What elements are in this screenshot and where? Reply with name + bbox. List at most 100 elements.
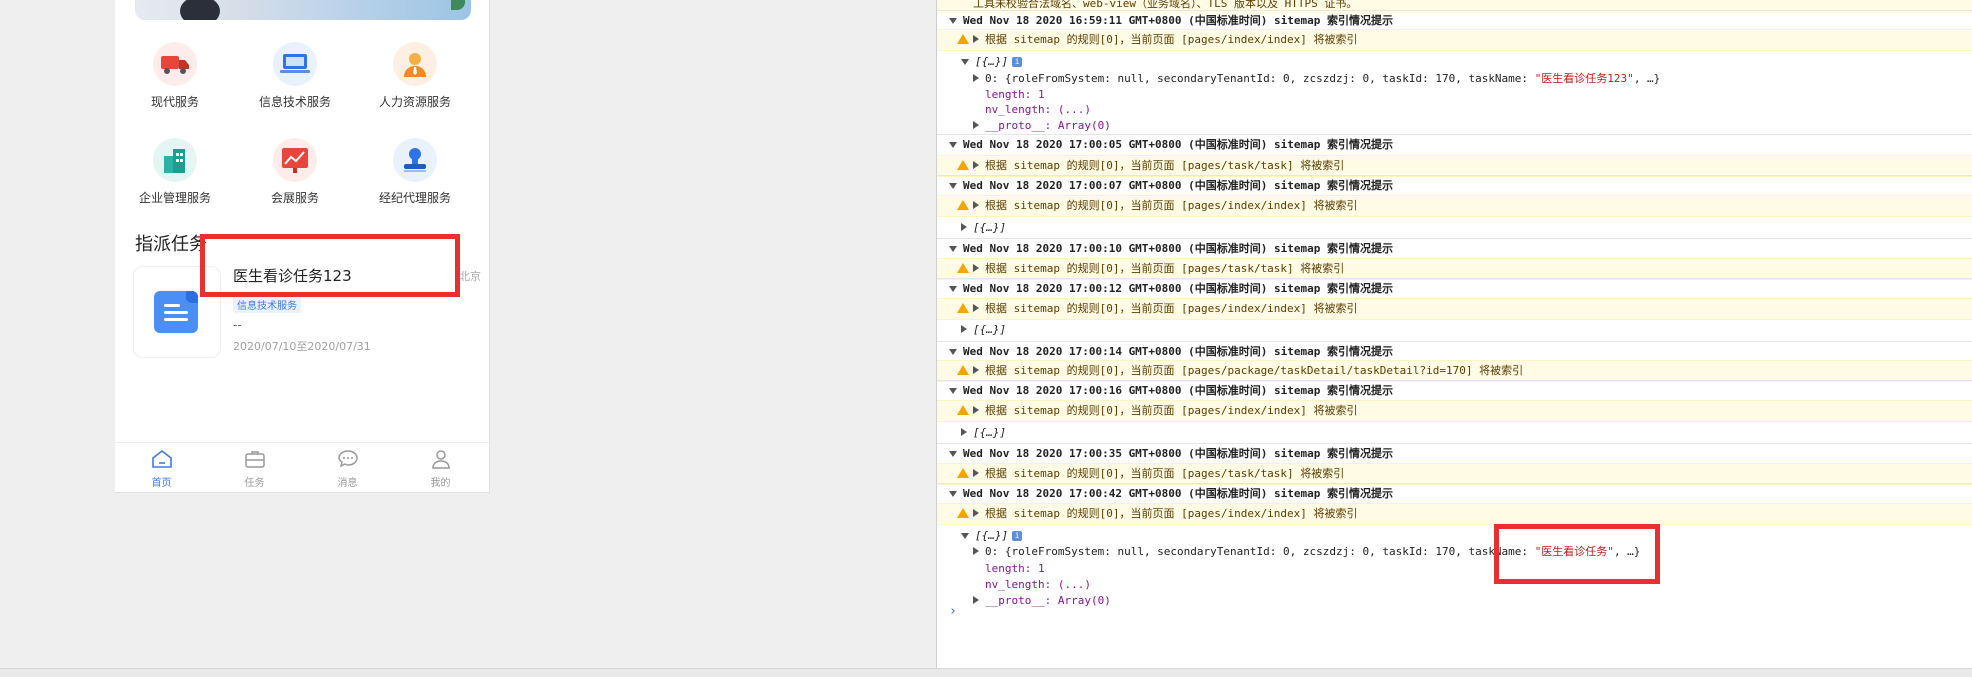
console-row-text: [{…}] [973,221,1007,234]
service-label: 现代服务 [150,95,199,109]
tab-label: 首页 [151,478,172,489]
console-group-row[interactable]: Wed Nov 18 2020 17:00:16 GMT+0800 (中国标准时… [937,380,1972,401]
caret-right-icon[interactable] [973,469,979,477]
console-row-text: [{…}] [975,55,1009,68]
console-row-text: 根据 sitemap 的规则[0]，当前页面 [pages/index/inde… [985,302,1358,315]
console-row-text: 根据 sitemap 的规则[0]，当前页面 [pages/index/inde… [985,199,1358,212]
console-row-text: Wed Nov 18 2020 16:59:11 GMT+0800 (中国标准时… [963,14,1394,27]
console-row-text: Wed Nov 18 2020 17:00:14 GMT+0800 (中国标准时… [963,345,1394,358]
console-obj-closed-row[interactable]: [{…}] [937,423,1972,443]
caret-down-icon[interactable] [949,246,957,252]
caret-right-icon[interactable] [961,428,967,436]
console-warn-row: 根据 sitemap 的规则[0]，当前页面 [pages/task/task]… [937,463,1972,485]
caret-right-icon[interactable] [973,161,979,169]
warning-icon [957,405,969,415]
caret-down-icon[interactable] [949,388,957,394]
caret-down-icon[interactable] [961,59,969,65]
warning-icon [957,200,969,210]
caret-right-icon[interactable] [961,325,967,333]
service-label: 人力资源服务 [378,95,451,109]
task-description: -- [233,318,242,332]
console-prompt[interactable]: › [949,604,957,619]
caret-right-icon[interactable] [973,201,979,209]
console-row-text: __proto__: Array(0) [985,594,1111,607]
console-group-row[interactable]: Wed Nov 18 2020 17:00:12 GMT+0800 (中国标准时… [937,278,1972,299]
caret-right-icon[interactable] [973,35,979,43]
caret-right-icon[interactable] [973,74,979,82]
caret-right-icon[interactable] [973,596,979,604]
caret-right-icon[interactable] [973,406,979,414]
console-row-text: [{…}] [973,323,1007,336]
service-item-enterprise[interactable]: 企业管理服务 [115,138,235,206]
chart-icon [273,138,317,182]
caret-down-icon[interactable] [949,142,957,148]
tab-tasks[interactable]: 任务 [208,449,301,489]
service-item-hr[interactable]: 人力资源服务 [355,42,475,110]
console-row-text: Wed Nov 18 2020 17:00:35 GMT+0800 (中国标准时… [963,447,1394,460]
caret-right-icon[interactable] [961,223,967,231]
caret-down-icon[interactable] [949,286,957,292]
service-label: 信息技术服务 [258,95,331,109]
console-obj-closed-row[interactable]: [{…}] [937,320,1972,340]
console-group-row[interactable]: Wed Nov 18 2020 17:00:05 GMT+0800 (中国标准时… [937,134,1972,155]
warning-icon [957,508,969,518]
service-item-agency[interactable]: 经纪代理服务 [355,138,475,206]
console-row-text: 根据 sitemap 的规则[0]，当前页面 [pages/index/inde… [985,404,1358,417]
console-obj-proto-row[interactable]: __proto__: Array(0) [937,591,1972,611]
tab-label: 任务 [244,478,265,489]
caret-down-icon[interactable] [949,491,957,497]
caret-down-icon[interactable] [949,183,957,189]
console-warn-row: 根据 sitemap 的规则[0]，当前页面 [pages/index/inde… [937,29,1972,51]
service-item-exhibition[interactable]: 会展服务 [235,138,355,206]
console-group-row[interactable]: Wed Nov 18 2020 17:00:10 GMT+0800 (中国标准时… [937,238,1972,259]
service-label: 企业管理服务 [138,191,211,205]
console-row-text: 根据 sitemap 的规则[0]，当前页面 [pages/task/task]… [985,262,1345,275]
caret-right-icon[interactable] [973,366,979,374]
console-group-row[interactable]: Wed Nov 18 2020 17:00:14 GMT+0800 (中国标准时… [937,341,1972,362]
console-group-row[interactable]: Wed Nov 18 2020 17:00:42 GMT+0800 (中国标准时… [937,483,1972,504]
tab-home[interactable]: 首页 [115,449,208,489]
caret-down-icon[interactable] [949,349,957,355]
banner-leaf-decoration [451,0,465,10]
service-item-modern[interactable]: 现代服务 [115,42,235,110]
highlight-box-task-name [200,234,460,297]
truck-icon [153,42,197,86]
console-obj-proto-row[interactable]: __proto__: Array(0) [937,116,1972,136]
user-icon [431,450,450,469]
console-row-text: 根据 sitemap 的规则[0]，当前页面 [pages/task/task]… [985,159,1345,172]
task-region: 北京 [459,270,481,283]
caret-down-icon[interactable] [961,533,969,539]
caret-right-icon[interactable] [973,509,979,517]
warning-icon [957,263,969,273]
caret-right-icon[interactable] [973,264,979,272]
caret-right-icon[interactable] [973,121,979,129]
caret-down-icon[interactable] [949,18,957,24]
devtools-console[interactable]: 工具未校验合法域名、web-view（业务域名）、TLS 版本以及 HTTPS … [936,0,1972,668]
console-row-text: 根据 sitemap 的规则[0]，当前页面 [pages/index/inde… [985,33,1358,46]
banner-image[interactable] [135,0,471,20]
service-item-it[interactable]: 信息技术服务 [235,42,355,110]
console-row-text: Wed Nov 18 2020 17:00:10 GMT+0800 (中国标准时… [963,242,1394,255]
console-row-text: 0: {roleFromSystem: null, secondaryTenan… [985,72,1661,85]
caret-right-icon[interactable] [973,547,979,555]
tab-profile[interactable]: 我的 [394,449,487,489]
console-warn-row: 根据 sitemap 的规则[0]，当前页面 [pages/index/inde… [937,298,1972,320]
task-category-tag: 信息技术服务 [233,296,301,313]
console-row-text: [{…}] [975,529,1009,542]
console-group-row[interactable]: Wed Nov 18 2020 16:59:11 GMT+0800 (中国标准时… [937,10,1972,31]
tab-label: 我的 [430,478,451,489]
console-group-row[interactable]: Wed Nov 18 2020 17:00:07 GMT+0800 (中国标准时… [937,175,1972,196]
warning-icon [957,365,969,375]
briefcase-icon [244,451,265,468]
console-group-row[interactable]: Wed Nov 18 2020 17:00:35 GMT+0800 (中国标准时… [937,443,1972,464]
caret-right-icon[interactable] [973,304,979,312]
caret-down-icon[interactable] [949,451,957,457]
console-row-text: 根据 sitemap 的规则[0]，当前页面 [pages/index/inde… [985,507,1358,520]
console-row-text: length: 1 [985,562,1045,575]
console-row-text: __proto__: Array(0) [985,119,1111,132]
console-row-text: Wed Nov 18 2020 17:00:16 GMT+0800 (中国标准时… [963,384,1394,397]
tab-messages[interactable]: 消息 [301,449,394,489]
laptop-icon [273,42,317,86]
console-obj-closed-row[interactable]: [{…}] [937,218,1972,238]
console-row-text: 根据 sitemap 的规则[0]，当前页面 [pages/task/task]… [985,467,1345,480]
